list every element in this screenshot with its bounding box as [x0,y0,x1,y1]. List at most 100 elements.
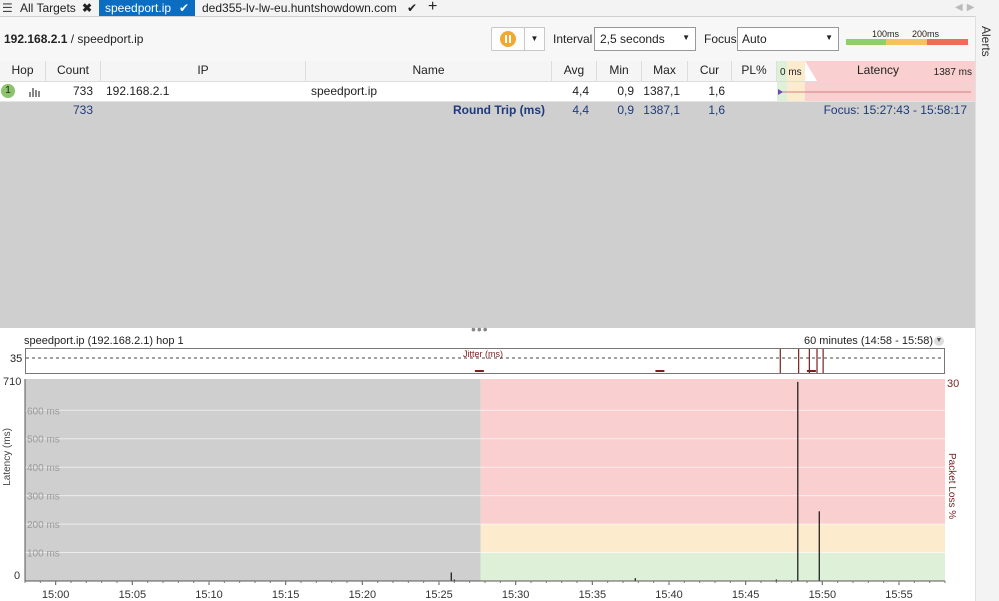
target-separator: / [67,32,78,46]
summary-label: Round Trip (ms) [453,103,545,117]
check-icon: ✔ [179,1,190,15]
x-tick-label: 15:20 [349,589,377,601]
gridline-label: 600 ms [27,406,60,417]
tab-speedport[interactable]: speedport.ip ✔ [99,0,195,16]
target-ip: 192.168.2.1 [4,32,68,46]
column-header-pl[interactable]: PL% [732,61,777,81]
table-row[interactable]: 1 733 192.168.2.1 speedport.ip 4,4 0,9 1… [0,82,975,102]
x-tick-label: 15:45 [732,589,760,601]
x-tick-label: 15:50 [809,589,837,601]
y-axis-label: Latency (ms) [2,428,13,486]
column-header-latency[interactable]: 0 ms Latency 1387 ms [777,61,975,81]
toolbar: 192.168.2.1 / speedport.ip ▼ Interval 2,… [0,17,975,61]
pause-button[interactable] [491,27,525,51]
name-cell: speedport.ip [311,84,378,98]
menu-icon[interactable]: ☰ [2,0,13,16]
x-tick-label: 15:30 [502,589,530,601]
summary-max: 1387,1 [643,103,680,117]
x-tick-label: 15:25 [425,589,453,601]
column-header-ip[interactable]: IP [101,61,306,81]
cur-cell: 1,6 [708,84,725,98]
interval-value: 2,5 seconds [600,32,665,46]
jitter-max-label: 35 [10,353,23,365]
x-tick-label: 15:35 [579,589,607,601]
interval-label: Interval [553,32,593,46]
tab-scroll-arrows-icon[interactable]: ◀▶ [955,0,978,16]
add-tab-icon[interactable]: + [428,0,437,15]
bar-chart-icon[interactable] [29,87,41,97]
column-header-max[interactable]: Max [642,61,688,81]
legend-good-segment [846,39,886,45]
column-header-hop[interactable]: Hop [0,61,46,81]
column-header-count[interactable]: Count [46,61,101,81]
x-tick-label: 15:00 [42,589,70,601]
count-cell: 733 [72,84,93,98]
hop-badge: 1 [1,84,15,98]
latency-zone-1 [480,524,945,553]
close-icon[interactable]: ✖ [82,0,92,16]
interval-select[interactable]: 2,5 seconds ▼ [594,27,696,51]
chevron-down-icon[interactable]: ▼ [934,336,944,346]
x-tick-label: 15:15 [272,589,300,601]
y-axis-bottom-label: 0 [14,570,20,582]
x-tick-label: 15:10 [195,589,223,601]
pl-cell [732,82,777,101]
ip-cell: 192.168.2.1 [106,84,170,98]
graph-time-range[interactable]: 60 minutes (14:58 - 15:58) [804,335,933,347]
max-cell: 1387,1 [643,84,680,98]
hops-grid: Hop Count IP Name Avg Min Max Cur PL% 0 … [0,61,975,328]
jitter-mark [474,370,484,372]
y2-axis-top-label: 30 [947,378,959,390]
summary-count: 733 [72,103,93,117]
legend-warn-segment [886,39,927,45]
tab-huntshowdown[interactable]: ded355-lv-lw-eu.huntshowdown.com ✔ [196,0,426,16]
latency-max-label: 1387 ms [933,67,972,78]
check-icon: ✔ [407,1,418,15]
drag-handle-icon[interactable]: ••• [471,321,489,337]
y2-axis-label: Packet Loss % [946,453,957,520]
alerts-label: Alerts [979,26,993,57]
summary-avg: 4,4 [572,103,589,117]
gridline-label: 200 ms [27,520,60,531]
gridline-label: 300 ms [27,492,60,503]
tab-label: speedport.ip [105,1,172,15]
latency-chart: 600 ms 500 ms 400 ms 300 ms 200 ms 100 ms 710… [0,375,975,601]
latency-min-label: 0 ms [780,67,802,78]
gridline-label: 400 ms [27,463,60,474]
focus-select[interactable]: Auto ▼ [737,27,839,51]
column-header-min[interactable]: Min [597,61,642,81]
pause-icon [500,31,516,47]
legend-100-label: 100ms [872,29,900,39]
grid-header: Hop Count IP Name Avg Min Max Cur PL% 0 … [0,61,975,82]
latency-sparkline [777,82,975,101]
summary-min: 0,9 [617,103,634,117]
alerts-sidebar[interactable]: Alerts [975,16,999,601]
column-header-cur[interactable]: Cur [688,61,732,81]
chevron-down-icon: ▼ [530,34,539,43]
column-header-name[interactable]: Name [306,61,552,81]
tab-all-targets[interactable]: ☰ All Targets ✖ [0,0,98,16]
target-name: speedport.ip [77,32,144,46]
avg-cell: 4,4 [572,84,589,98]
latency-zone-0 [480,552,945,581]
latency-chart-svg: 600 ms 500 ms 400 ms 300 ms 200 ms 100 ms 710… [3,376,959,601]
x-tick-label: 15:55 [885,589,913,601]
legend-color-bar [846,39,968,45]
jitter-mark [806,370,816,372]
summary-focus-range: Focus: 15:27:43 - 15:58:17 [823,103,967,117]
latency-zone-2 [480,379,945,525]
panel-splitter[interactable]: ••• [0,321,975,337]
tab-label: All Targets [20,1,76,15]
no-data-region [25,379,481,581]
target-title: 192.168.2.1 / speedport.ip [4,32,143,46]
pause-dropdown-button[interactable]: ▼ [524,27,545,51]
jitter-mark [655,370,665,372]
min-cell: 0,9 [617,84,634,98]
focus-value: Auto [742,32,767,46]
y-axis-top-label: 710 [3,376,21,388]
column-header-avg[interactable]: Avg [552,61,597,81]
latency-zones [25,379,945,581]
latency-legend: 100ms 200ms [846,29,968,47]
chevron-down-icon: ▼ [825,33,833,42]
tab-bar: ☰ All Targets ✖ speedport.ip ✔ ded355-lv… [0,0,999,17]
